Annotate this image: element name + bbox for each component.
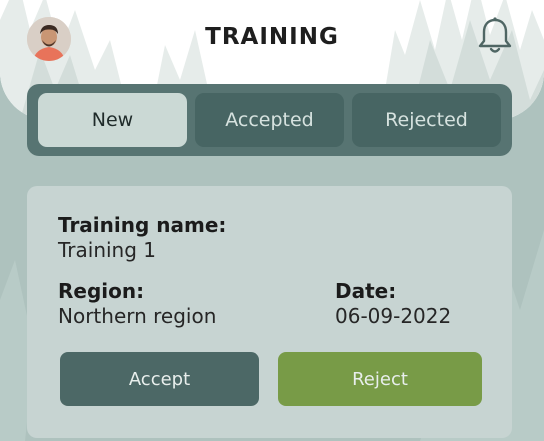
region-value: Northern region [58, 304, 217, 328]
training-name-value: Training 1 [58, 238, 156, 262]
page-title: TRAINING [205, 24, 339, 50]
region-label: Region: [58, 279, 145, 303]
status-tabs: New Accepted Rejected [27, 84, 512, 156]
date-value: 06-09-2022 [335, 304, 452, 328]
bell-icon [478, 17, 512, 53]
tab-new[interactable]: New [38, 93, 187, 147]
training-card: Training name: Training 1 Region: Northe… [27, 186, 512, 438]
reject-button[interactable]: Reject [278, 352, 482, 406]
notification-button[interactable] [476, 16, 514, 56]
tab-rejected[interactable]: Rejected [352, 93, 501, 147]
date-label: Date: [335, 279, 397, 303]
training-name-label: Training name: [58, 213, 227, 237]
tab-accepted[interactable]: Accepted [195, 93, 344, 147]
accept-button[interactable]: Accept [60, 352, 259, 406]
